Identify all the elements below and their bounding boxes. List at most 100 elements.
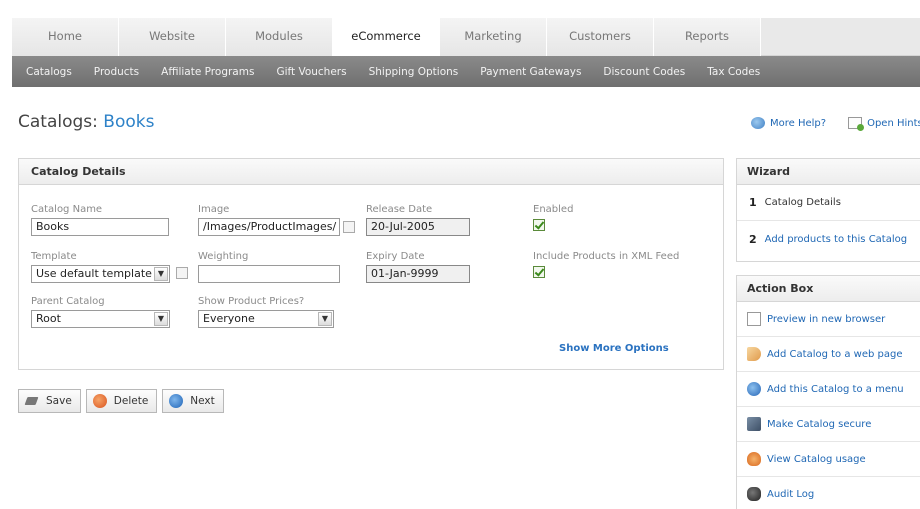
template-field: Template Use default template ▼ [31,251,170,283]
parent-catalog-label: Parent Catalog [31,296,105,307]
release-date-label: Release Date [366,204,433,215]
delete-button[interactable]: Delete [85,389,158,413]
catalog-name-field: Catalog Name Books [31,204,169,236]
xml-feed-checkbox[interactable] [533,266,545,278]
tab-home[interactable]: Home [12,18,119,56]
more-help-link[interactable]: More Help? [770,118,826,129]
next-button[interactable]: Next [162,389,224,413]
enabled-checkbox[interactable] [533,219,545,231]
plus-icon [747,382,761,396]
wizard-header: Wizard [737,159,920,185]
subnav-payment-gateways[interactable]: Payment Gateways [480,66,581,78]
xml-feed-label: Include Products in XML Feed [533,251,680,262]
image-label: Image [198,204,230,215]
subnav-tax-codes[interactable]: Tax Codes [707,66,760,78]
expiry-date-input[interactable]: 01-Jan-9999 [366,265,470,283]
open-hints-link[interactable]: Open Hints [867,118,920,129]
parent-catalog-field: Parent Catalog Root ▼ [31,296,170,328]
action-label: Audit Log [767,488,815,500]
delete-icon [92,394,107,408]
lock-icon [747,417,761,431]
image-input[interactable]: /Images/ProductImages/ [198,218,340,236]
chevron-down-icon: ▼ [154,312,168,326]
release-date-field: Release Date 20-Jul-2005 [366,204,470,236]
subnav-products[interactable]: Products [94,66,139,78]
show-more-options-link[interactable]: Show More Options [559,343,669,354]
tab-ecommerce[interactable]: eCommerce [333,18,440,57]
wizard-box: Wizard 1 Catalog Details 2 Add products … [736,158,920,262]
help-bar: More Help? Open Hints [751,117,920,131]
wizard-step[interactable]: 2 Add products to this Catalog [737,221,920,257]
tag-icon [25,394,39,408]
chevron-down-icon: ▼ [154,267,168,281]
enabled-label: Enabled [533,204,574,215]
tag-icon [747,347,761,361]
action-label: View Catalog usage [767,453,866,465]
save-button-label: Save [46,395,72,407]
show-prices-select[interactable]: Everyone ▼ [198,310,334,328]
weighting-label: Weighting [198,251,249,262]
tab-marketing[interactable]: Marketing [440,18,547,56]
action-label: Add this Catalog to a menu [767,383,904,395]
top-navigation: Home Website Modules eCommerce Marketing… [12,18,920,57]
image-field: Image /Images/ProductImages/ [198,204,340,236]
template-checkbox[interactable] [176,267,188,279]
weighting-field: Weighting [198,251,340,283]
action-label: Preview in new browser [767,313,886,325]
action-audit-log[interactable]: Audit Log [737,477,920,509]
tab-reports[interactable]: Reports [654,18,761,56]
enabled-field: Enabled [533,204,573,231]
hints-icon [848,117,865,131]
chevron-down-icon: ▼ [318,312,332,326]
action-preview-browser[interactable]: Preview in new browser [737,302,920,337]
delete-button-label: Delete [113,395,149,407]
catalog-details-panel: Catalog Details Catalog Name Books Image… [18,158,724,370]
help-icon [751,117,765,129]
action-add-to-menu[interactable]: Add this Catalog to a menu [737,372,920,407]
action-view-usage[interactable]: View Catalog usage [737,442,920,477]
wizard-step-number: 2 [749,232,757,246]
sub-navigation: Catalogs Products Affiliate Programs Gif… [12,56,920,87]
tab-customers[interactable]: Customers [547,18,654,56]
subnav-affiliate-programs[interactable]: Affiliate Programs [161,66,254,78]
tab-website[interactable]: Website [119,18,226,56]
template-label: Template [31,251,77,262]
wizard-step: 1 Catalog Details [737,185,920,221]
template-select-value: Use default template [36,267,152,280]
subnav-discount-codes[interactable]: Discount Codes [603,66,685,78]
show-prices-field: Show Product Prices? Everyone ▼ [198,296,334,328]
expiry-date-label: Expiry Date [366,251,425,262]
xml-feed-field: Include Products in XML Feed [533,251,679,278]
audit-icon [747,487,761,501]
action-add-to-web-page[interactable]: Add Catalog to a web page [737,337,920,372]
action-make-secure[interactable]: Make Catalog secure [737,407,920,442]
template-select[interactable]: Use default template ▼ [31,265,170,283]
parent-catalog-select-value: Root [36,312,61,325]
subnav-catalogs[interactable]: Catalogs [26,66,72,78]
show-prices-label: Show Product Prices? [198,296,305,307]
image-browse-checkbox[interactable] [343,221,355,233]
action-label: Add Catalog to a web page [767,348,903,360]
tab-modules[interactable]: Modules [226,18,333,56]
catalog-name-label: Catalog Name [31,204,103,215]
eye-icon [747,452,761,466]
subnav-shipping-options[interactable]: Shipping Options [369,66,459,78]
show-prices-select-value: Everyone [203,312,255,325]
weighting-input[interactable] [198,265,340,283]
parent-catalog-select[interactable]: Root ▼ [31,310,170,328]
next-button-label: Next [190,395,215,407]
release-date-input[interactable]: 20-Jul-2005 [366,218,470,236]
save-button[interactable]: Save [18,389,81,413]
browser-icon [747,312,761,326]
catalog-name-input[interactable]: Books [31,218,169,236]
wizard-step-link[interactable]: Add products to this Catalog [765,234,907,245]
wizard-step-label: Catalog Details [764,197,841,208]
wizard-step-number: 1 [749,196,757,209]
page-title: Catalogs: Books [18,112,154,132]
next-arrow-icon [169,394,184,408]
subnav-gift-vouchers[interactable]: Gift Vouchers [276,66,346,78]
expiry-date-field: Expiry Date 01-Jan-9999 [366,251,470,283]
action-box-header: Action Box [737,276,920,302]
catalog-details-header: Catalog Details [19,159,723,185]
tab-bar-filler [761,18,920,55]
